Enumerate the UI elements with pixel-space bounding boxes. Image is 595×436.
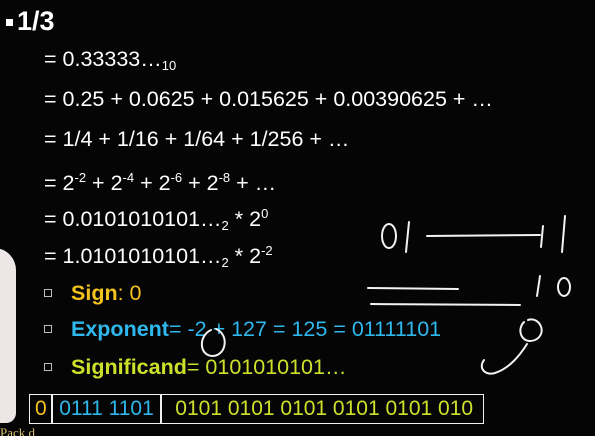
significand-label: Significand: [71, 355, 187, 379]
equation-line-2: = 0.25 + 0.0625 + 0.015625 + 0.00390625 …: [44, 85, 493, 113]
equation-text: * 2: [228, 244, 262, 268]
sign-value: : 0: [117, 281, 142, 305]
equation-text: = 0.25 + 0.0625 + 0.015625 + 0.00390625 …: [44, 87, 493, 111]
ieee754-bit-layout: 0 0111 1101 0101 0101 0101 0101 0101 010: [29, 394, 485, 424]
base-subscript: 2: [221, 218, 229, 233]
exponent-superscript: -2: [261, 243, 273, 258]
equation-line-6: = 1.0101010101…2 * 2-2: [44, 237, 273, 277]
equation-line-4: = 2-2 + 2-4 + 2-6 + 2-8 + …: [44, 164, 276, 197]
title-bullet-icon: [6, 18, 13, 26]
equation-text: = 0.33333…: [44, 47, 162, 71]
sign-bit-cell: 0: [29, 394, 53, 424]
equation-text: + 2: [86, 171, 123, 195]
ink-underline: [370, 303, 521, 306]
ink-dash: [367, 287, 459, 290]
presenter-arm: [0, 248, 16, 423]
exponent-superscript: -2: [74, 170, 87, 185]
exponent-superscript: -8: [218, 170, 231, 185]
equation-text: * 2: [228, 207, 262, 231]
exponent-value: = -2 + 127 = 125 = 01111101: [168, 317, 442, 341]
exponent-superscript: 0: [261, 206, 269, 221]
lecture-slide: 1/3 = 0.33333…10 = 0.25 + 0.0625 + 0.015…: [0, 0, 595, 436]
bullet-square-icon: [44, 325, 52, 333]
bullet-square-icon: [44, 363, 52, 371]
equation-text: + 2: [182, 171, 219, 195]
exponent-bullet: Exponent = -2 + 127 = 125 = 01111101: [44, 315, 441, 343]
ink-digit-zero: [381, 223, 397, 249]
ink-digit-one: [536, 275, 541, 297]
ink-plus-vertical: [540, 225, 544, 248]
exponent-bits-cell: 0111 1101: [51, 394, 162, 424]
equation-text: = 1.0101010101…: [44, 244, 222, 268]
equation-line-1: = 0.33333…10: [44, 45, 176, 80]
exponent-superscript: -4: [122, 170, 135, 185]
significand-bullet: Significand = 0101010101…: [44, 353, 346, 381]
equation-text: = 2: [44, 171, 75, 195]
exponent-label: Exponent: [71, 317, 169, 341]
significand-value: = 0101010101…: [186, 355, 347, 379]
ink-digit-zero: [557, 277, 571, 297]
slide-title: 1/3: [6, 4, 55, 38]
base-subscript: 10: [161, 58, 177, 73]
equation-line-5: = 0.0101010101…2 * 20: [44, 200, 268, 240]
ink-digit-one: [405, 221, 410, 253]
exponent-superscript: -6: [170, 170, 183, 185]
sign-bullet: Sign: 0: [44, 279, 142, 307]
title-text: 1/3: [17, 6, 55, 36]
fraction-bits-cell: 0101 0101 0101 0101 0101 010: [160, 394, 485, 424]
ink-arrow-curve: [480, 343, 528, 375]
equation-text: + …: [230, 171, 277, 195]
base-subscript: 2: [221, 255, 229, 270]
ink-arrow-line: [426, 234, 541, 237]
equation-text: = 1/4 + 1/16 + 1/64 + 1/256 + …: [44, 127, 350, 151]
subtitle-caption: Pack d: [0, 425, 36, 436]
equation-text: + 2: [134, 171, 171, 195]
sign-label: Sign: [71, 281, 118, 305]
bullet-square-icon: [44, 289, 52, 297]
ink-circle-bit: [519, 318, 543, 342]
ink-digit-one: [561, 215, 566, 253]
equation-text: = 0.0101010101…: [44, 207, 222, 231]
equation-line-3: = 1/4 + 1/16 + 1/64 + 1/256 + …: [44, 125, 349, 153]
